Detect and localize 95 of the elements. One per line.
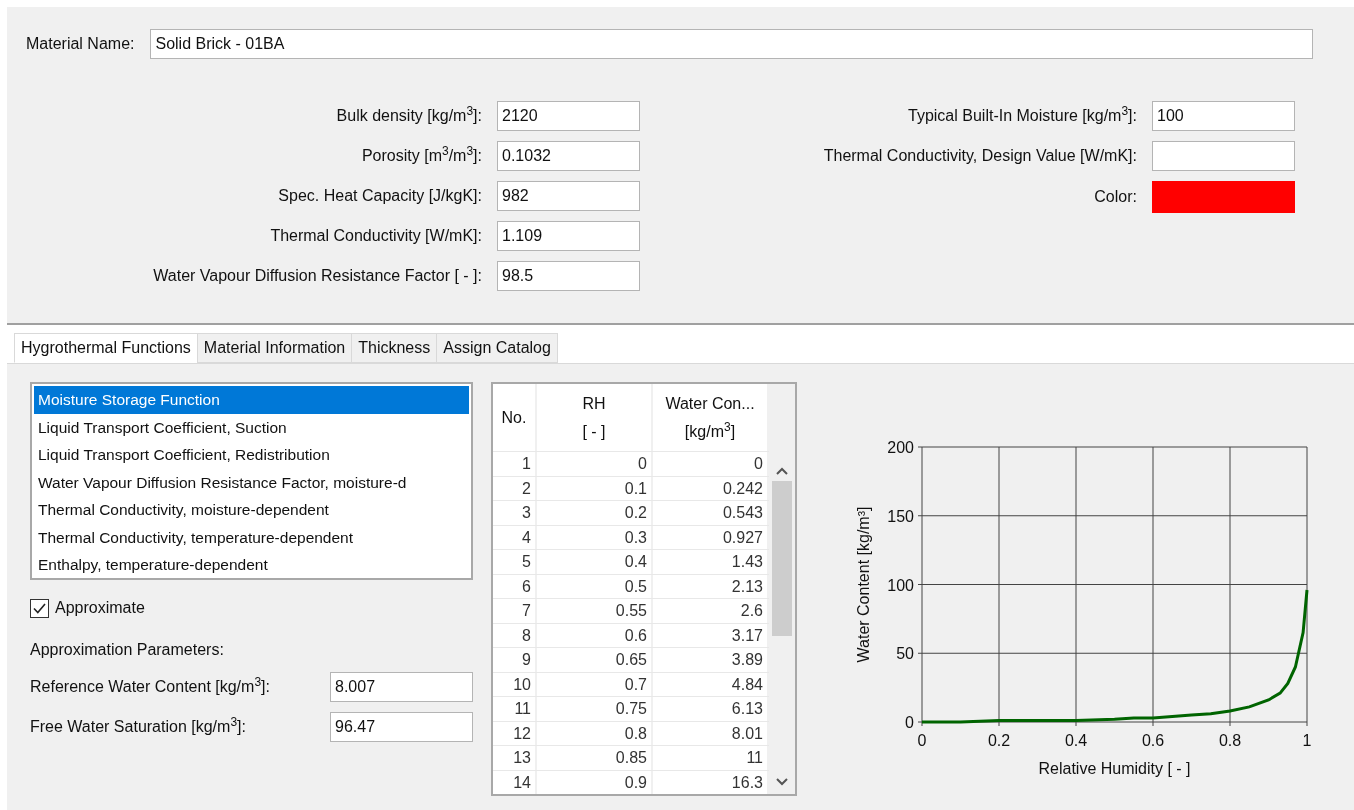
number-field[interactable]: 8.007: [330, 672, 473, 702]
table-cell: 7: [493, 599, 537, 623]
number-field[interactable]: 0.1032: [497, 141, 640, 171]
field-label: Typical Built-In Moisture [kg/m$^{3}$]:: [908, 104, 1137, 126]
x-axis-title: Relative Humidity [ - ]: [1038, 760, 1191, 777]
table-cell: 12: [493, 721, 537, 745]
number-field[interactable]: [1152, 141, 1295, 171]
table-cell: 0.75: [537, 697, 653, 721]
y-tick-label: 150: [887, 507, 914, 525]
x-tick-label: 0.4: [1064, 732, 1088, 749]
table-cell: 0: [537, 452, 653, 476]
checkbox-label: Approximate: [55, 598, 145, 618]
table-cell: 1: [493, 452, 537, 476]
scroll-up-icon[interactable]: [776, 467, 788, 475]
material-name-field[interactable]: Solid Brick - 01BA: [150, 29, 1314, 59]
scrollbar-thumb[interactable]: [772, 481, 792, 636]
table-cell: 8: [493, 623, 537, 647]
field-label: Free Water Saturation [kg/m$^{3}$]:: [30, 715, 246, 737]
number-field[interactable]: 98.5: [497, 261, 640, 291]
table-cell: 3.17: [653, 623, 769, 647]
table-cell: 0.2: [537, 501, 653, 525]
table-cell: 3: [493, 501, 537, 525]
x-tick-label: 0.6: [1141, 732, 1165, 749]
tab[interactable]: Hygrothermal Functions: [14, 333, 198, 363]
table-cell: 0.6: [537, 623, 653, 647]
number-field[interactable]: 982: [497, 181, 640, 211]
table-cell: 0.8: [537, 721, 653, 745]
table-cell: 2: [493, 476, 537, 500]
field-label: Thermal Conductivity, Design Value [W/mK]:: [823, 146, 1137, 166]
table-cell: 0.55: [537, 599, 653, 623]
checkbox[interactable]: [30, 598, 49, 618]
y-tick-label: 100: [887, 576, 914, 594]
table-cell: 0.543: [653, 501, 769, 525]
list-item[interactable]: Thermal Conductivity, moisture-dependent: [34, 496, 469, 524]
section-title: Approximation Parameters:: [30, 640, 225, 660]
list-item[interactable]: Water Vapour Diffusion Resistance Factor, moisture-d: [34, 468, 469, 496]
table-cell: 3.89: [653, 648, 769, 672]
color-swatch[interactable]: [1152, 181, 1295, 213]
table-cell: 4.84: [653, 672, 769, 696]
x-tick-label: 1: [1302, 732, 1312, 749]
field-label: Color:: [1094, 187, 1137, 207]
list-item[interactable]: Liquid Transport Coefficient, Suction: [34, 413, 469, 441]
y-tick-label: 50: [896, 645, 914, 663]
number-field[interactable]: 2120: [497, 101, 640, 131]
list-item[interactable]: Enthalpy, temperature-dependent: [34, 551, 469, 578]
list-item[interactable]: Thermal Conductivity, temperature-dependent: [34, 523, 469, 551]
field-label: Water Vapour Diffusion Resistance Factor [ - ]:: [153, 266, 482, 286]
field-label: Porosity [m$^{3}$/m$^{3}$]:: [361, 144, 482, 166]
field-label: Bulk density [kg/m$^{3}$]:: [336, 104, 482, 126]
y-axis-title: Water Content [kg/m³]: [855, 506, 872, 663]
table-cell: 2.6: [653, 599, 769, 623]
table-cell: 0.7: [537, 672, 653, 696]
table-cell: 0.927: [653, 525, 769, 549]
table-cell: 14: [493, 770, 537, 794]
field-label: Thermal Conductivity [W/mK]:: [270, 226, 482, 246]
list-item[interactable]: Moisture Storage Function: [34, 386, 469, 414]
table-cell: 2.13: [653, 574, 769, 598]
table-cell: 5: [493, 550, 537, 574]
y-tick-label: 200: [887, 439, 914, 456]
tab[interactable]: Assign Catalog: [436, 333, 558, 363]
table-cell: 0: [653, 452, 769, 476]
table-cell: 11: [493, 697, 537, 721]
field-label: Spec. Heat Capacity [J/kgK]:: [278, 186, 482, 206]
tab[interactable]: Material Information: [196, 333, 353, 363]
scroll-down-icon[interactable]: [776, 778, 788, 786]
table-cell: 0.4: [537, 550, 653, 574]
x-tick-label: 0: [917, 732, 927, 749]
table-cell: 8.01: [653, 721, 769, 745]
number-field[interactable]: 96.47: [330, 712, 473, 742]
x-tick-label: 0.2: [987, 732, 1011, 749]
check-icon: [33, 602, 46, 614]
table-cell: 6: [493, 574, 537, 598]
field-label: Material Name:: [26, 34, 135, 54]
table-cell: 11: [653, 746, 769, 770]
y-tick-label: 0: [905, 714, 914, 731]
table-cell: 0.65: [537, 648, 653, 672]
table-cell: 4: [493, 525, 537, 549]
table-cell: 10: [493, 672, 537, 696]
table-cell: 6.13: [653, 697, 769, 721]
table-cell: 0.3: [537, 525, 653, 549]
table-cell: 13: [493, 746, 537, 770]
table-cell: 0.9: [537, 770, 653, 794]
table-cell: 9: [493, 648, 537, 672]
table-cell: 0.85: [537, 746, 653, 770]
number-field[interactable]: 100: [1152, 101, 1295, 131]
table-cell: 0.242: [653, 476, 769, 500]
field-label: Reference Water Content [kg/m$^{3}$]:: [30, 675, 270, 697]
number-field[interactable]: 1.109: [497, 221, 640, 251]
table-cell: 0.5: [537, 574, 653, 598]
x-tick-label: 0.8: [1218, 732, 1242, 749]
table-cell: 16.3: [653, 770, 769, 794]
table-cell: 1.43: [653, 550, 769, 574]
table-cell: 0.1: [537, 476, 653, 500]
tab[interactable]: Thickness: [351, 333, 438, 363]
list-item[interactable]: Liquid Transport Coefficient, Redistribution: [34, 441, 469, 469]
